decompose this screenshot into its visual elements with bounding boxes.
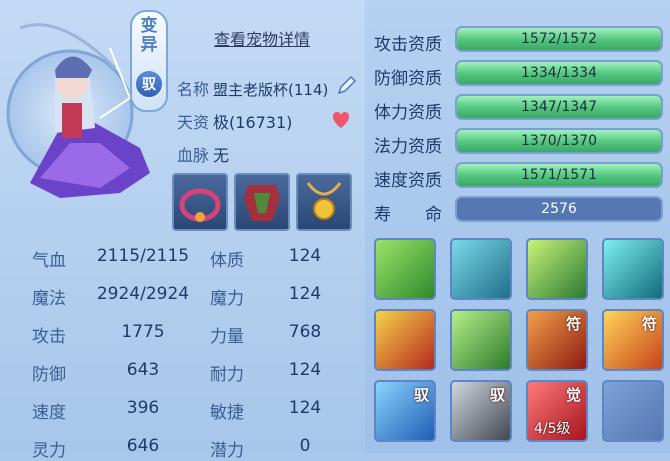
aptitude-value: 1572/1572 [521, 31, 597, 47]
skill-slot[interactable] [450, 238, 512, 300]
equipment-slot-armor[interactable] [234, 173, 290, 231]
bloodline-row: 血脉无 [177, 142, 229, 166]
giant-icon [452, 311, 510, 369]
stat-label: 力量 [210, 327, 244, 347]
stat-value: 768 [288, 322, 322, 342]
stat-value: 643 [126, 360, 160, 380]
equipment-slot-amulet[interactable] [296, 173, 352, 231]
stat-value: 2115/2115 [96, 246, 190, 266]
stat-label: 耐力 [210, 365, 244, 385]
talent-value: 极(16731) [213, 113, 293, 132]
moon-warrior-icon [528, 240, 586, 298]
aptitude-value: 2576 [541, 201, 577, 217]
equipment-slot-collar[interactable] [172, 173, 228, 231]
skill-slot[interactable] [602, 238, 664, 300]
stat-label: 体质 [210, 251, 244, 271]
amulet-icon [306, 182, 342, 220]
mutant-ribbon: 变异 驭 [130, 10, 168, 112]
talent-row: 天资 极(16731) [177, 109, 292, 133]
skill-slot[interactable]: 驭 [450, 380, 512, 442]
stat-label: 灵力 [32, 441, 66, 461]
bloodline-label: 血脉 [177, 146, 210, 165]
skill-tag: 驭 [413, 386, 429, 404]
aptitude-value: 1370/1370 [521, 133, 597, 149]
aptitude-label: 防御资质 [374, 69, 442, 89]
aptitude-row: 寿 命 2576 [374, 196, 670, 226]
stat-value: 124 [288, 246, 322, 266]
stat-label: 敏捷 [210, 403, 244, 423]
stat-label: 防御 [32, 365, 66, 385]
stat-label: 攻击 [32, 327, 66, 347]
skill-tag: 符 [565, 315, 581, 333]
skill-slot[interactable]: 驭 [374, 380, 436, 442]
stat-label: 魔法 [32, 289, 66, 309]
ring-collar-icon [179, 188, 221, 222]
stat-value: 124 [288, 284, 322, 304]
aptitude-row: 体力资质 1347/1347 [374, 94, 670, 124]
aptitude-bar: 1334/1334 [455, 60, 663, 86]
skill-tag: 符 [641, 315, 657, 333]
empty-slot-icon [604, 382, 662, 440]
heart-icon[interactable] [330, 110, 352, 130]
stat-value: 124 [288, 398, 322, 418]
aptitude-bar: 2576 [455, 196, 663, 222]
stat-label: 魔力 [210, 289, 244, 309]
aptitude-label: 攻击资质 [374, 35, 442, 55]
stat-value: 396 [126, 398, 160, 418]
stat-value: 124 [288, 360, 322, 380]
aptitude-bar: 1347/1347 [455, 94, 663, 120]
view-pet-details-link[interactable]: 查看宠物详情 [214, 26, 310, 50]
stat-label: 速度 [32, 403, 66, 423]
aptitude-row: 速度资质 1571/1571 [374, 162, 670, 192]
skill-slot[interactable] [450, 309, 512, 371]
aptitude-bar: 1370/1370 [455, 128, 663, 154]
aptitude-label: 寿 命 [374, 205, 442, 225]
talent-label: 天资 [177, 113, 210, 132]
blue-flame-icon [604, 240, 662, 298]
skill-tag: 觉 [565, 386, 581, 404]
skill-slot[interactable] [374, 238, 436, 300]
stat-value: 0 [299, 436, 311, 456]
aptitude-bar: 1572/1572 [455, 26, 663, 52]
pencil-icon[interactable] [336, 74, 358, 96]
aptitude-value: 1571/1571 [521, 167, 597, 183]
pet-name-value: 盟主老版杯(114) [213, 81, 329, 99]
pet-name-row: 名称 盟主老版杯(114) [177, 76, 328, 100]
stat-value: 2924/2924 [96, 284, 190, 304]
aptitude-label: 速度资质 [374, 171, 442, 191]
aptitude-row: 防御资质 1334/1334 [374, 60, 670, 90]
skill-slot-empty[interactable] [602, 380, 664, 442]
stat-label: 潜力 [210, 441, 244, 461]
skill-tag: 驭 [489, 386, 505, 404]
scroll-shield-icon [376, 311, 434, 369]
stat-value: 1775 [121, 322, 165, 342]
skill-slot[interactable] [374, 309, 436, 371]
spirit-icon [452, 240, 510, 298]
stat-value: 646 [126, 436, 160, 456]
mutant-label: 变异 [140, 16, 158, 55]
stat-label: 气血 [32, 251, 66, 271]
tamed-badge: 驭 [134, 69, 164, 99]
aptitude-row: 法力资质 1370/1370 [374, 128, 670, 158]
aptitude-value: 1347/1347 [521, 99, 597, 115]
skill-slot[interactable]: 符 [526, 309, 588, 371]
name-label: 名称 [177, 80, 210, 99]
skill-level: 4/5级 [534, 421, 571, 437]
aptitude-label: 法力资质 [374, 137, 442, 157]
aptitude-value: 1334/1334 [521, 65, 597, 81]
shadow-strike-icon [376, 240, 434, 298]
skill-slot[interactable] [526, 238, 588, 300]
armor-icon [244, 185, 280, 221]
skill-slot[interactable]: 符 [602, 309, 664, 371]
aptitude-label: 体力资质 [374, 103, 442, 123]
bloodline-value: 无 [213, 146, 230, 165]
aptitude-row: 攻击资质 1572/1572 [374, 26, 670, 56]
skill-slot[interactable]: 觉 4/5级 [526, 380, 588, 442]
aptitude-bar: 1571/1571 [455, 162, 663, 188]
